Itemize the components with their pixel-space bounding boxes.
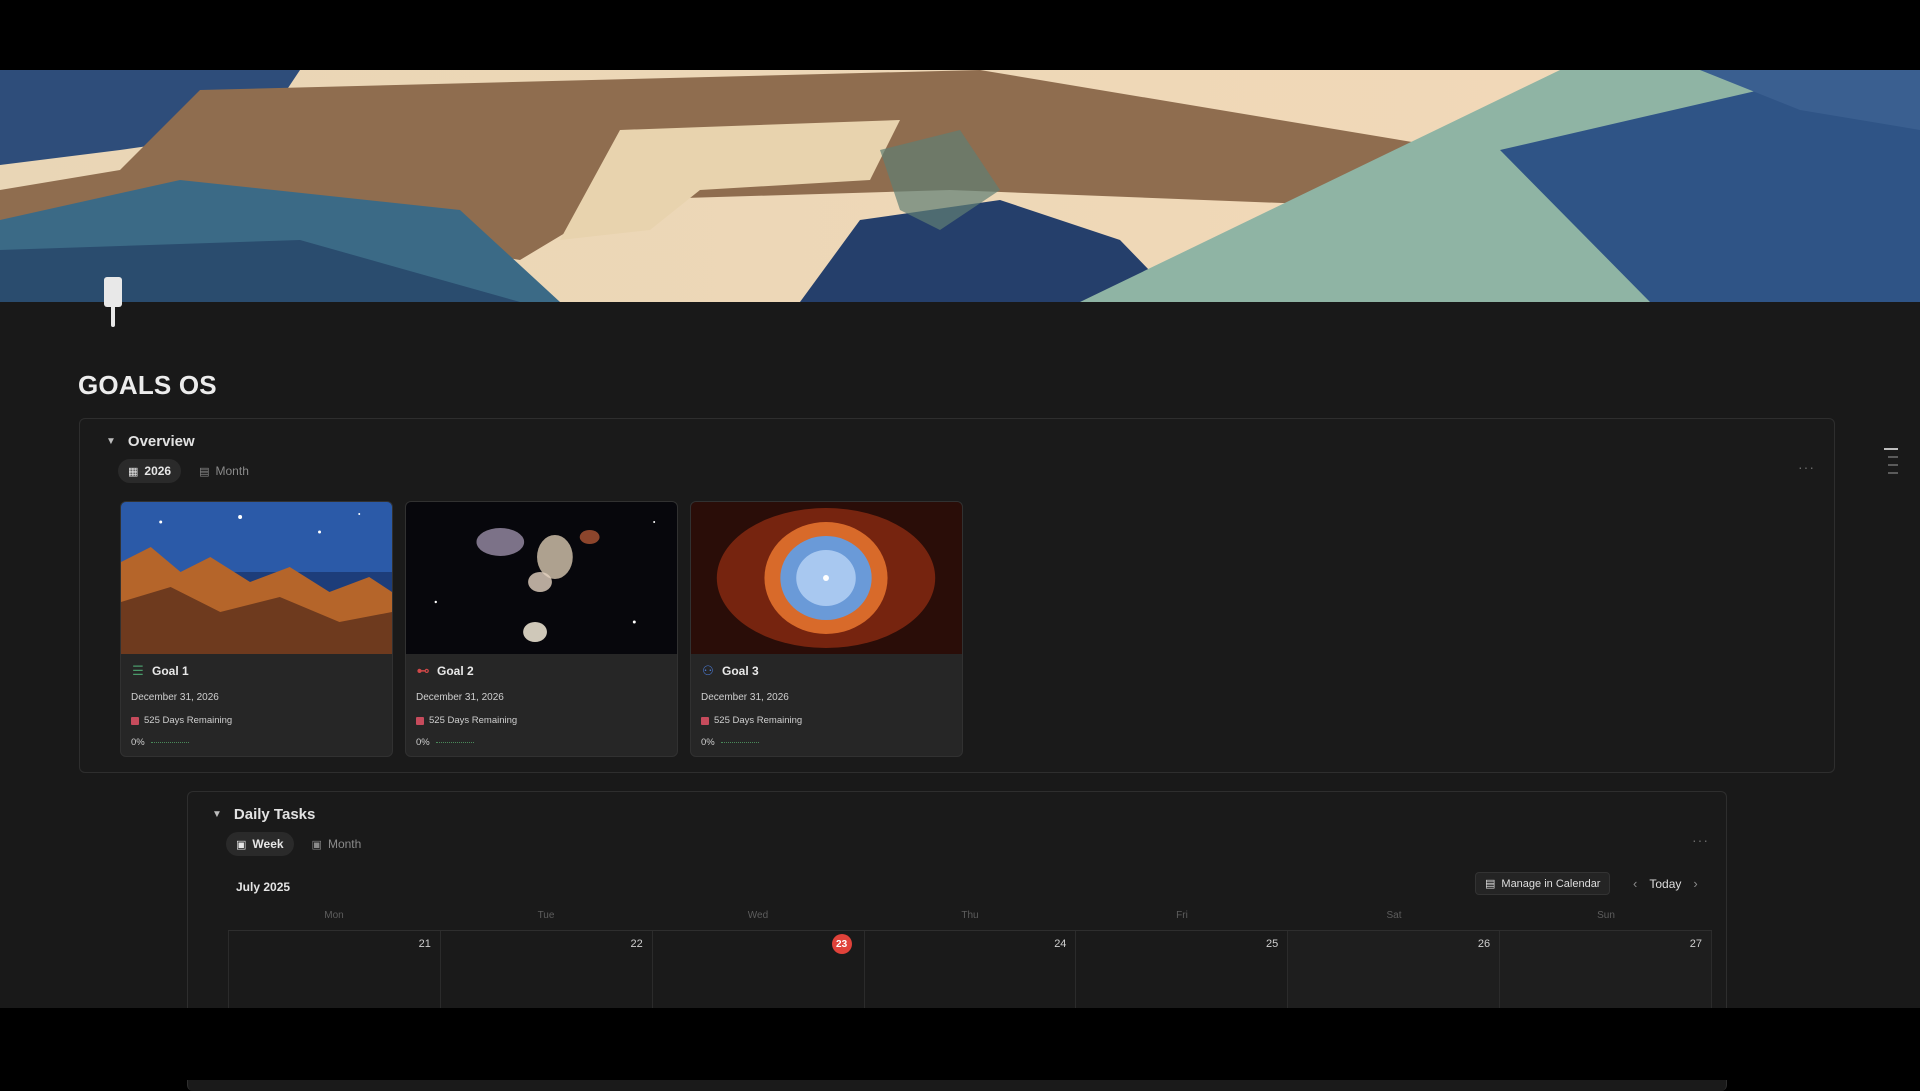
- manage-in-calendar-button[interactable]: ▤ Manage in Calendar: [1475, 872, 1611, 895]
- overview-toggle[interactable]: ▼ Overview: [106, 433, 195, 450]
- page-title[interactable]: GOALS OS: [78, 370, 217, 401]
- goal-progress-bar: [150, 741, 189, 744]
- goal-progress-bar: [720, 741, 759, 744]
- day-names-row: Mon Tue Wed Thu Fri Sat Sun: [228, 900, 1712, 930]
- caret-down-icon[interactable]: ▼: [106, 436, 116, 447]
- goal-card[interactable]: ⊷ Goal 2 December 31, 2026 525 Days Rema…: [405, 501, 678, 757]
- goal-progress-bar: [435, 741, 474, 744]
- goal-date: December 31, 2026: [416, 692, 504, 703]
- goal-remaining: 525 Days Remaining: [714, 715, 803, 726]
- goal-title: Goal 2: [437, 664, 474, 678]
- daily-view-tabs: ▣ Week ▣ Month: [226, 832, 371, 856]
- day-name: Thu: [961, 909, 979, 921]
- goal-card[interactable]: ⚇ Goal 3 December 31, 2026 525 Days Rema…: [690, 501, 963, 757]
- goal-1-cover-image: [121, 502, 392, 654]
- goal-card[interactable]: ☰ Goal 1 December 31, 2026 525 Days Rema…: [120, 501, 393, 757]
- stack-icon: ☰: [132, 663, 144, 678]
- dumbbell-icon: ⊷: [416, 663, 430, 678]
- daily-tasks-toggle[interactable]: ▼ Daily Tasks: [212, 806, 315, 823]
- calendar-icon: ▤: [199, 465, 210, 478]
- toc-line: [1888, 464, 1898, 466]
- view-tab-month[interactable]: ▣ Month: [302, 832, 372, 856]
- today-date-badge: 23: [831, 934, 852, 954]
- date-number: 22: [630, 938, 643, 950]
- toc-line: [1884, 448, 1898, 450]
- day-name: Tue: [537, 909, 555, 921]
- notion-page: GOALS OS ▼ Overview ▦ 2026 ▤ Month ··· ☰…: [0, 70, 1920, 1091]
- view-tab-label: Month: [327, 837, 362, 851]
- day-name: Wed: [747, 909, 769, 921]
- daily-tasks-heading: Daily Tasks: [233, 806, 316, 823]
- cover-image[interactable]: [0, 70, 1920, 302]
- goal-progress-value: 0%: [701, 737, 715, 748]
- calendar-month-label: July 2025: [236, 880, 291, 894]
- goal-progress-value: 0%: [131, 737, 145, 748]
- goal-progress-value: 0%: [416, 737, 430, 748]
- day-name: Fri: [1176, 909, 1188, 921]
- calendar-icon: [131, 716, 139, 725]
- goal-2-cover-image: [406, 502, 677, 654]
- view-tab-label: Week: [252, 837, 284, 851]
- date-number: 26: [1477, 938, 1491, 950]
- view-tab-label: 2026: [144, 464, 172, 478]
- day-name: Mon: [324, 909, 344, 921]
- top-letterbox: [0, 0, 1920, 70]
- calendar-icon: ▣: [311, 838, 322, 851]
- goal-3-cover-image: [691, 502, 962, 654]
- bottom-letterbox: [0, 1008, 1920, 1080]
- view-tab-label: Month: [215, 464, 249, 478]
- goal-gallery: ☰ Goal 1 December 31, 2026 525 Days Rema…: [120, 501, 963, 757]
- calendar-icon: [416, 716, 424, 725]
- people-icon: ⚇: [702, 663, 714, 678]
- more-options-icon[interactable]: ···: [1692, 832, 1709, 848]
- overview-heading: Overview: [127, 433, 195, 450]
- more-options-icon[interactable]: ···: [1798, 459, 1815, 475]
- date-number: 27: [1689, 938, 1703, 950]
- goal-date: December 31, 2026: [131, 692, 219, 703]
- toc-line: [1888, 456, 1898, 458]
- view-tab-2026[interactable]: ▦ 2026: [118, 459, 182, 483]
- today-button[interactable]: Today: [1649, 877, 1681, 891]
- view-tab-week[interactable]: ▣ Week: [226, 832, 294, 856]
- day-name: Sun: [1597, 909, 1615, 921]
- date-number: 21: [418, 938, 431, 950]
- chevron-right-icon[interactable]: ›: [1693, 876, 1697, 891]
- date-number: 24: [1054, 938, 1067, 950]
- goal-title: Goal 1: [152, 664, 189, 678]
- date-number: 25: [1266, 938, 1279, 950]
- toc-line: [1888, 472, 1898, 474]
- caret-down-icon[interactable]: ▼: [212, 809, 222, 820]
- manage-label: Manage in Calendar: [1501, 877, 1601, 890]
- goal-remaining: 525 Days Remaining: [144, 715, 233, 726]
- view-tab-month[interactable]: ▤ Month: [189, 459, 259, 483]
- goal-date: December 31, 2026: [701, 692, 789, 703]
- calendar-navigation: ‹ Today ›: [1633, 876, 1698, 891]
- overview-section: ▼ Overview ▦ 2026 ▤ Month ··· ☰ Goal 1 D…: [79, 418, 1835, 773]
- page-outline-toc[interactable]: [1884, 448, 1898, 474]
- calendar-icon: [701, 716, 709, 725]
- calendar-icon: ▤: [1485, 878, 1496, 890]
- day-name: Sat: [1386, 909, 1402, 921]
- goal-remaining: 525 Days Remaining: [429, 715, 518, 726]
- overview-view-tabs: ▦ 2026 ▤ Month: [118, 459, 259, 483]
- chevron-left-icon[interactable]: ‹: [1633, 876, 1637, 891]
- page-icon[interactable]: [102, 275, 124, 329]
- calendar-icon: ▣: [236, 838, 247, 851]
- grid-icon: ▦: [128, 465, 139, 478]
- goal-title: Goal 3: [722, 664, 759, 678]
